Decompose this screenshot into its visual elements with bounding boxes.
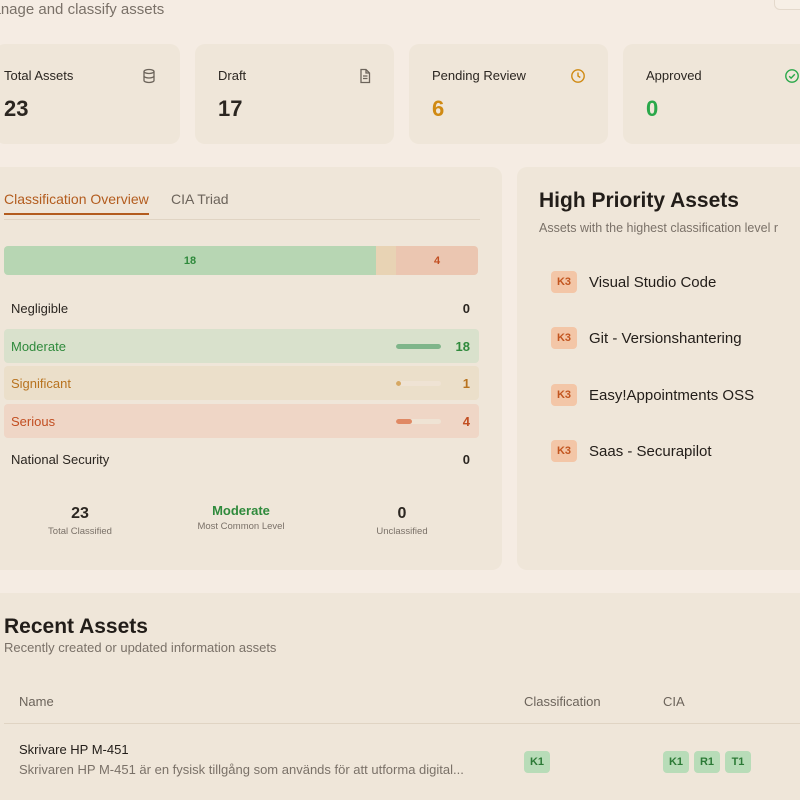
summary-value: Moderate	[212, 503, 270, 518]
asset-name: Visual Studio Code	[589, 273, 717, 291]
summary-label: Most Common Level	[197, 521, 285, 532]
high-priority-item[interactable]: K3 Saas - Securapilot	[551, 440, 712, 462]
level-count: 0	[462, 300, 470, 316]
level-name: Moderate	[11, 338, 66, 354]
classification-badge: K3	[551, 271, 577, 293]
classification-stacked-bar: 18 4	[4, 246, 478, 275]
summary-label: Unclassified	[376, 526, 428, 537]
level-name: Significant	[11, 375, 71, 391]
asset-name: Skrivare HP M-451	[19, 742, 129, 757]
classification-panel: Classification Overview CIA Triad 18 4 N…	[0, 167, 502, 570]
page-subtitle: Manage and classify assets	[0, 1, 165, 18]
recent-assets-subtitle: Recently created or updated information …	[4, 640, 277, 655]
classification-badge: K1	[524, 751, 550, 773]
stat-label: Draft	[218, 68, 247, 83]
stat-card-total-assets: Total Assets 23	[0, 44, 180, 144]
level-progress-track	[396, 418, 441, 424]
level-progress-fill	[396, 343, 441, 349]
level-name: Serious	[11, 413, 56, 429]
level-count: 0	[462, 451, 470, 467]
tab-cia-triad[interactable]: CIA Triad	[171, 191, 229, 213]
column-header-cia[interactable]: CIA	[663, 694, 685, 709]
asset-description: Skrivaren HP M-451 är en fysisk tillgång…	[19, 762, 464, 777]
bar-segment-serious: 4	[396, 246, 478, 275]
stat-value: 23	[4, 96, 29, 121]
high-priority-item[interactable]: K3 Visual Studio Code	[551, 271, 716, 293]
summary-unclassified: 0 Unclassified	[327, 505, 477, 537]
level-progress-track	[396, 380, 441, 386]
tab-classification-overview[interactable]: Classification Overview	[4, 191, 149, 215]
asset-name: Saas - Securapilot	[589, 442, 712, 460]
high-priority-item[interactable]: K3 Easy!Appointments OSS	[551, 384, 754, 406]
database-icon	[141, 68, 157, 84]
document-icon	[357, 68, 373, 84]
level-row-negligible: Negligible 0	[4, 291, 479, 325]
tab-bar: Classification Overview CIA Triad	[4, 191, 480, 220]
table-divider	[4, 723, 800, 724]
asset-name: Git - Versionshantering	[589, 329, 742, 347]
level-progress-track	[396, 343, 441, 349]
stat-label: Approved	[646, 68, 702, 83]
clock-icon	[570, 68, 586, 84]
level-row-moderate: Moderate 18	[4, 329, 479, 363]
column-header-name[interactable]: Name	[19, 694, 54, 709]
high-priority-item[interactable]: K3 Git - Versionshantering	[551, 327, 742, 349]
level-name: National Security	[11, 451, 110, 467]
asset-name: Easy!Appointments OSS	[589, 386, 755, 404]
level-count: 1	[462, 375, 470, 391]
stat-label: Total Assets	[4, 68, 74, 83]
header-action-button[interactable]	[774, 0, 800, 10]
summary-value: 23	[71, 505, 89, 522]
check-circle-icon	[784, 68, 800, 84]
summary-label: Total Classified	[48, 526, 112, 537]
level-count: 4	[462, 413, 470, 429]
column-header-classification[interactable]: Classification	[524, 694, 601, 709]
classification-badge: K3	[551, 327, 577, 349]
level-progress-fill	[396, 418, 412, 424]
stat-value: 6	[432, 96, 445, 121]
recent-assets-panel: Recent Assets Recently created or update…	[0, 593, 800, 800]
summary-value: 0	[397, 505, 407, 522]
stat-label: Pending Review	[432, 68, 526, 83]
high-priority-subtitle: Assets with the highest classification l…	[539, 221, 778, 235]
high-priority-panel: High Priority Assets Assets with the hig…	[517, 167, 800, 570]
classification-badge: K3	[551, 384, 577, 406]
recent-assets-title: Recent Assets	[4, 615, 148, 638]
level-row-national-security: National Security 0	[4, 442, 479, 476]
high-priority-title: High Priority Assets	[539, 189, 739, 212]
level-progress-fill	[396, 380, 401, 386]
bar-segment-significant	[376, 246, 396, 275]
stat-value: 0	[646, 96, 659, 121]
level-row-serious: Serious 4	[4, 404, 479, 438]
cia-badge-integrity: R1	[694, 751, 720, 773]
classification-badge: K3	[551, 440, 577, 462]
level-count: 18	[455, 338, 470, 354]
cia-badge-confidentiality: K1	[663, 751, 689, 773]
stat-value: 17	[218, 96, 243, 121]
level-name: Negligible	[11, 300, 69, 316]
stat-card-pending-review: Pending Review 6	[409, 44, 608, 144]
bar-segment-moderate: 18	[4, 246, 376, 275]
stat-card-draft: Draft 17	[195, 44, 394, 144]
stat-card-approved: Approved 0	[623, 44, 800, 144]
level-row-significant: Significant 1	[4, 366, 479, 400]
summary-most-common: Moderate Most Common Level	[166, 503, 316, 532]
cia-badge-availability: T1	[725, 751, 751, 773]
summary-total-classified: 23 Total Classified	[5, 505, 155, 537]
